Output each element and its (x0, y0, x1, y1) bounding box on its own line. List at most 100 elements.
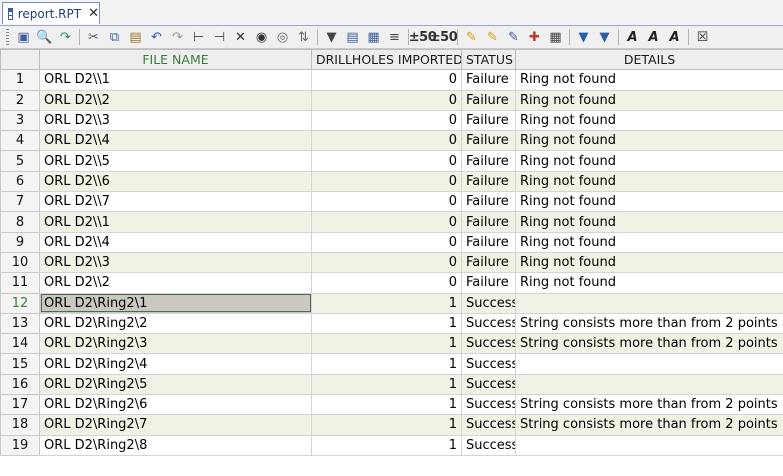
export-icon[interactable]: ↷ (55, 27, 76, 47)
status-cell[interactable]: Failure (461, 130, 516, 152)
row-number[interactable]: 1 (0, 69, 40, 91)
details-cell[interactable]: Ring not found (515, 272, 783, 294)
row-number[interactable]: 18 (0, 414, 40, 436)
row-number[interactable]: 7 (0, 191, 40, 213)
drillholes-imported-cell[interactable]: 1 (311, 333, 462, 355)
drillholes-imported-cell[interactable]: 1 (311, 353, 462, 375)
drillholes-imported-cell[interactable]: 1 (311, 373, 462, 396)
delete-icon[interactable]: ✕ (230, 27, 251, 47)
row-number[interactable]: 4 (0, 130, 40, 152)
drillholes-imported-cell[interactable]: 0 (311, 150, 462, 172)
drillholes-imported-cell[interactable]: 0 (311, 69, 462, 91)
corner-cell[interactable] (0, 48, 40, 71)
column-header-file-name[interactable]: FILE NAME (39, 48, 312, 71)
row-number[interactable]: 6 (0, 170, 40, 193)
file-name-cell[interactable]: ORL D2\Ring2\1 (39, 292, 312, 314)
status-cell[interactable]: Success (461, 312, 516, 335)
file-name-cell[interactable]: ORL D2\Ring2\2 (39, 312, 312, 335)
table-row[interactable]: 15 ORL D2\Ring2\4 1 Success (0, 353, 783, 375)
file-name-cell[interactable]: ORL D2\\4 (39, 231, 312, 253)
tab-report[interactable]: report.RPT ✕ (2, 2, 100, 24)
table-row[interactable]: 17 ORL D2\Ring2\6 1 Success String consists … (0, 394, 783, 416)
drillholes-imported-cell[interactable]: 0 (311, 272, 462, 294)
table-row[interactable]: 12 ORL D2\Ring2\1 1 Success (0, 292, 783, 314)
details-cell[interactable] (515, 373, 783, 396)
edit-icon-2[interactable]: ✎ (482, 27, 503, 47)
file-name-cell[interactable]: ORL D2\\2 (39, 272, 312, 294)
file-name-cell[interactable]: ORL D2\\2 (39, 89, 312, 111)
print-preview-icon[interactable]: 🔍 (34, 27, 55, 47)
file-name-cell[interactable]: ORL D2\\6 (39, 170, 312, 193)
file-name-cell[interactable]: ORL D2\Ring2\4 (39, 353, 312, 375)
column-header-status[interactable]: STATUS (461, 48, 516, 71)
table-row[interactable]: 13 ORL D2\Ring2\2 1 Success String consists … (0, 312, 783, 335)
close-report-icon[interactable]: ☒ (692, 27, 713, 47)
drillholes-imported-cell[interactable]: 1 (311, 292, 462, 314)
status-cell[interactable]: Failure (461, 150, 516, 172)
file-name-cell[interactable]: ORL D2\\7 (39, 191, 312, 213)
row-number[interactable]: 13 (0, 312, 40, 335)
row-number[interactable]: 9 (0, 231, 40, 253)
row-number[interactable]: 3 (0, 109, 40, 132)
find-icon[interactable]: ◉ (251, 27, 272, 47)
table-row[interactable]: 3 ORL D2\\3 0 Failure Ring not found (0, 109, 783, 132)
status-cell[interactable]: Success (461, 373, 516, 396)
row-number[interactable]: 2 (0, 89, 40, 111)
move-bottom-icon[interactable]: ▼ (594, 27, 615, 47)
close-icon[interactable]: ✕ (88, 7, 99, 20)
status-cell[interactable]: Failure (461, 211, 516, 233)
status-cell[interactable]: Failure (461, 272, 516, 294)
details-cell[interactable]: Ring not found (515, 251, 783, 274)
row-number[interactable]: 15 (0, 353, 40, 375)
calculator-icon[interactable]: ▦ (363, 27, 384, 47)
paste-icon[interactable]: ▤ (125, 27, 146, 47)
undo-icon[interactable]: ↶ (146, 27, 167, 47)
status-cell[interactable]: Failure (461, 89, 516, 111)
sort-icon[interactable]: ⇅ (293, 27, 314, 47)
table-row[interactable]: 18 ORL D2\Ring2\7 1 Success String consists … (0, 414, 783, 436)
row-number[interactable]: 10 (0, 251, 40, 274)
file-name-cell[interactable]: ORL D2\\3 (39, 251, 312, 274)
status-cell[interactable]: Success (461, 333, 516, 355)
details-cell[interactable]: String consists more than from 2 points (515, 333, 783, 355)
drillholes-imported-cell[interactable]: 0 (311, 191, 462, 213)
row-number[interactable]: 12 (0, 292, 40, 314)
file-name-cell[interactable]: ORL D2\\5 (39, 150, 312, 172)
file-name-cell[interactable]: ORL D2\Ring2\3 (39, 333, 312, 355)
row-number[interactable]: 19 (0, 434, 40, 456)
details-cell[interactable]: Ring not found (515, 231, 783, 253)
details-cell[interactable]: String consists more than from 2 points (515, 414, 783, 436)
insert-column-icon[interactable]: ⊣ (209, 27, 230, 47)
cut-icon[interactable]: ✂ (83, 27, 104, 47)
row-number[interactable]: 17 (0, 394, 40, 416)
status-cell[interactable]: Success (461, 434, 516, 456)
details-cell[interactable]: Ring not found (515, 191, 783, 213)
table-row[interactable]: 16 ORL D2\Ring2\5 1 Success (0, 373, 783, 396)
table-row[interactable]: 7 ORL D2\\7 0 Failure Ring not found (0, 191, 783, 213)
column-header-drillholes-imported[interactable]: DRILLHOLES IMPORTED (311, 48, 462, 71)
font-icon-3[interactable]: A (664, 27, 685, 47)
table-row[interactable]: 14 ORL D2\Ring2\3 1 Success String consists … (0, 333, 783, 355)
details-cell[interactable]: Ring not found (515, 130, 783, 152)
drillholes-imported-cell[interactable]: 0 (311, 211, 462, 233)
add-icon[interactable]: ✚ (524, 27, 545, 47)
file-name-cell[interactable]: ORL D2\Ring2\7 (39, 414, 312, 436)
toolbar-grip[interactable] (6, 29, 9, 45)
table-row[interactable]: 10 ORL D2\\3 0 Failure Ring not found (0, 251, 783, 274)
status-cell[interactable]: Success (461, 414, 516, 436)
column-header-details[interactable]: DETAILS (515, 48, 783, 71)
redo-icon[interactable]: ↷ (167, 27, 188, 47)
status-cell[interactable]: Success (461, 292, 516, 314)
details-cell[interactable]: Ring not found (515, 211, 783, 233)
details-cell[interactable]: String consists more than from 2 points (515, 394, 783, 416)
status-cell[interactable]: Failure (461, 69, 516, 91)
table-row[interactable]: 5 ORL D2\\5 0 Failure Ring not found (0, 150, 783, 172)
table-row[interactable]: 8 ORL D2\\1 0 Failure Ring not found (0, 211, 783, 233)
status-cell[interactable]: Failure (461, 231, 516, 253)
details-cell[interactable]: Ring not found (515, 150, 783, 172)
details-cell[interactable]: Ring not found (515, 109, 783, 132)
filter-icon[interactable]: ▼ (321, 27, 342, 47)
file-name-cell[interactable]: ORL D2\Ring2\5 (39, 373, 312, 396)
row-number[interactable]: 5 (0, 150, 40, 172)
table-row[interactable]: 1 ORL D2\\1 0 Failure Ring not found (0, 69, 783, 91)
